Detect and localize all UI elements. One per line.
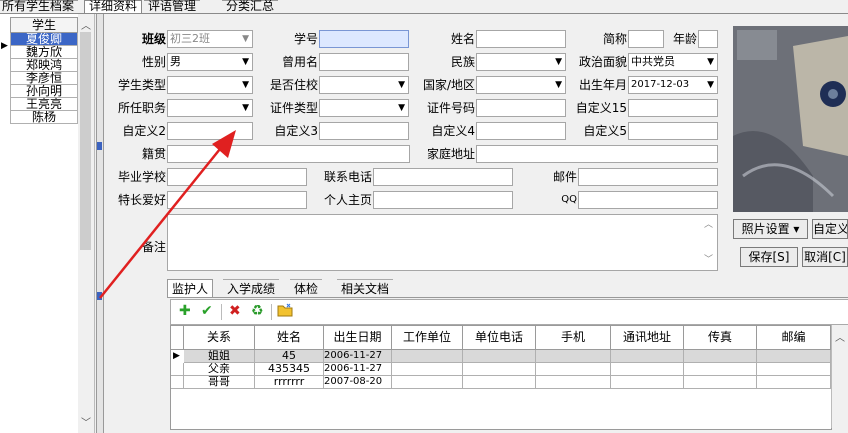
annotation-arrow	[99, 130, 236, 299]
arrow-shaft	[99, 143, 225, 299]
